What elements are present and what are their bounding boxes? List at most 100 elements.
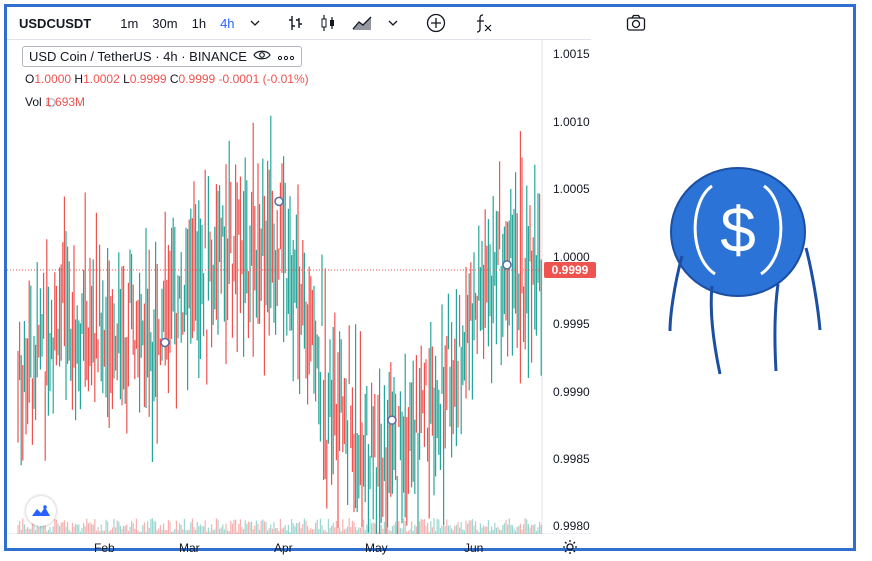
volume-bar (91, 524, 93, 534)
y-tick-label: 0.9995 (553, 317, 590, 331)
volume-bar (310, 528, 312, 534)
volume-bar (337, 527, 339, 534)
x-tick-label: May (365, 541, 388, 555)
volume-bar (516, 526, 518, 534)
symbol-label[interactable]: USDCUSDT (7, 16, 101, 31)
volume-bar (89, 522, 91, 534)
timeframe-4h[interactable]: 4h (213, 16, 241, 31)
eye-icon[interactable] (253, 49, 271, 64)
volume-bar (529, 527, 531, 534)
chevron-down-icon[interactable] (380, 18, 406, 28)
volume-bar (20, 529, 22, 534)
volume-bar (390, 531, 392, 534)
volume-bar (451, 528, 453, 534)
volume-bar (30, 528, 32, 534)
volume-bar (110, 529, 112, 534)
volume-bar (540, 524, 542, 534)
candles-icon[interactable] (312, 14, 344, 32)
timeframe-1h[interactable]: 1h (185, 16, 213, 31)
volume-bar (161, 529, 163, 534)
event-marker[interactable] (274, 196, 284, 207)
volume-bar (486, 526, 488, 534)
volume-bar (358, 527, 360, 534)
more-icon[interactable] (277, 49, 295, 64)
volume-bar (515, 530, 517, 534)
volume-bar (391, 526, 393, 534)
event-marker[interactable] (160, 337, 170, 348)
event-marker[interactable] (387, 415, 397, 425)
volume-bar (519, 523, 521, 534)
volume-bar (151, 518, 153, 534)
volume-bar (76, 524, 78, 534)
volume-bar (241, 527, 243, 534)
volume-bar (111, 527, 113, 534)
volume-bar (444, 526, 446, 534)
volume-bar (374, 523, 376, 534)
volume-bar (428, 531, 430, 534)
volume-bar (46, 531, 48, 534)
volume-bar (155, 521, 157, 534)
volume-bar (203, 526, 205, 534)
volume-bar (35, 530, 37, 534)
symbol-title-box[interactable]: USD Coin / TetherUS · 4h · BINANCE (22, 46, 302, 67)
volume-bar (135, 518, 137, 534)
tradingview-logo-button[interactable] (26, 496, 56, 526)
volume-bar (347, 526, 349, 534)
volume-bar (244, 520, 246, 534)
symbol-title: USD Coin / TetherUS · 4h · BINANCE (29, 49, 247, 64)
fx-icon[interactable] (466, 13, 502, 33)
volume-bar (439, 527, 441, 534)
legend: USD Coin / TetherUS · 4h · BINANCE (22, 46, 302, 67)
volume-bar (131, 520, 133, 534)
volume-bar (295, 523, 297, 534)
x-tick-label: Feb (94, 541, 115, 555)
volume-bar (292, 523, 294, 534)
volume-bar (164, 529, 166, 534)
volume-bar (420, 518, 422, 534)
open-key: O (25, 72, 35, 86)
chevron-down-icon[interactable] (242, 18, 268, 28)
volume-bar (59, 526, 61, 534)
volume-bar (182, 529, 184, 534)
volume-bar (86, 518, 88, 534)
volume-bar (127, 530, 129, 534)
timeframe-1m[interactable]: 1m (113, 16, 145, 31)
volume-bar (499, 529, 501, 534)
volume-bar (167, 519, 169, 534)
volume-bar (524, 518, 526, 534)
event-marker[interactable] (502, 260, 512, 270)
volume-bar (121, 528, 123, 534)
volume-bar (415, 526, 417, 534)
volume-bar (231, 523, 233, 534)
volume-bar (220, 527, 222, 534)
plus-circle-icon[interactable] (418, 13, 454, 33)
volume-bar (425, 526, 427, 534)
volume-bar (196, 521, 198, 534)
volume-bar (163, 523, 165, 534)
volume-bar (505, 519, 507, 534)
volume-bar (103, 530, 105, 534)
camera-icon[interactable] (618, 14, 654, 32)
volume-bar (340, 531, 342, 534)
volume-bar (31, 522, 33, 534)
volume-bar (148, 527, 150, 534)
volume-bar (233, 519, 235, 534)
volume-bar (297, 523, 299, 534)
area-icon[interactable] (344, 15, 380, 31)
volume-bar (327, 518, 329, 534)
volume-bar (38, 526, 40, 534)
volume-bar (123, 525, 125, 534)
volume-bar (484, 526, 486, 534)
volume-bar (523, 524, 525, 534)
bar-style-icon[interactable] (280, 14, 312, 32)
timeframe-30m[interactable]: 30m (145, 16, 184, 31)
volume-bar (270, 524, 272, 534)
volume-bar (230, 520, 232, 534)
gear-icon[interactable] (562, 539, 578, 558)
volume-bar (254, 525, 256, 534)
volume-bar (73, 526, 75, 534)
volume-bar (17, 524, 19, 534)
price-chart[interactable] (7, 40, 591, 534)
volume-bar (249, 522, 251, 534)
volume-bar (463, 530, 465, 534)
